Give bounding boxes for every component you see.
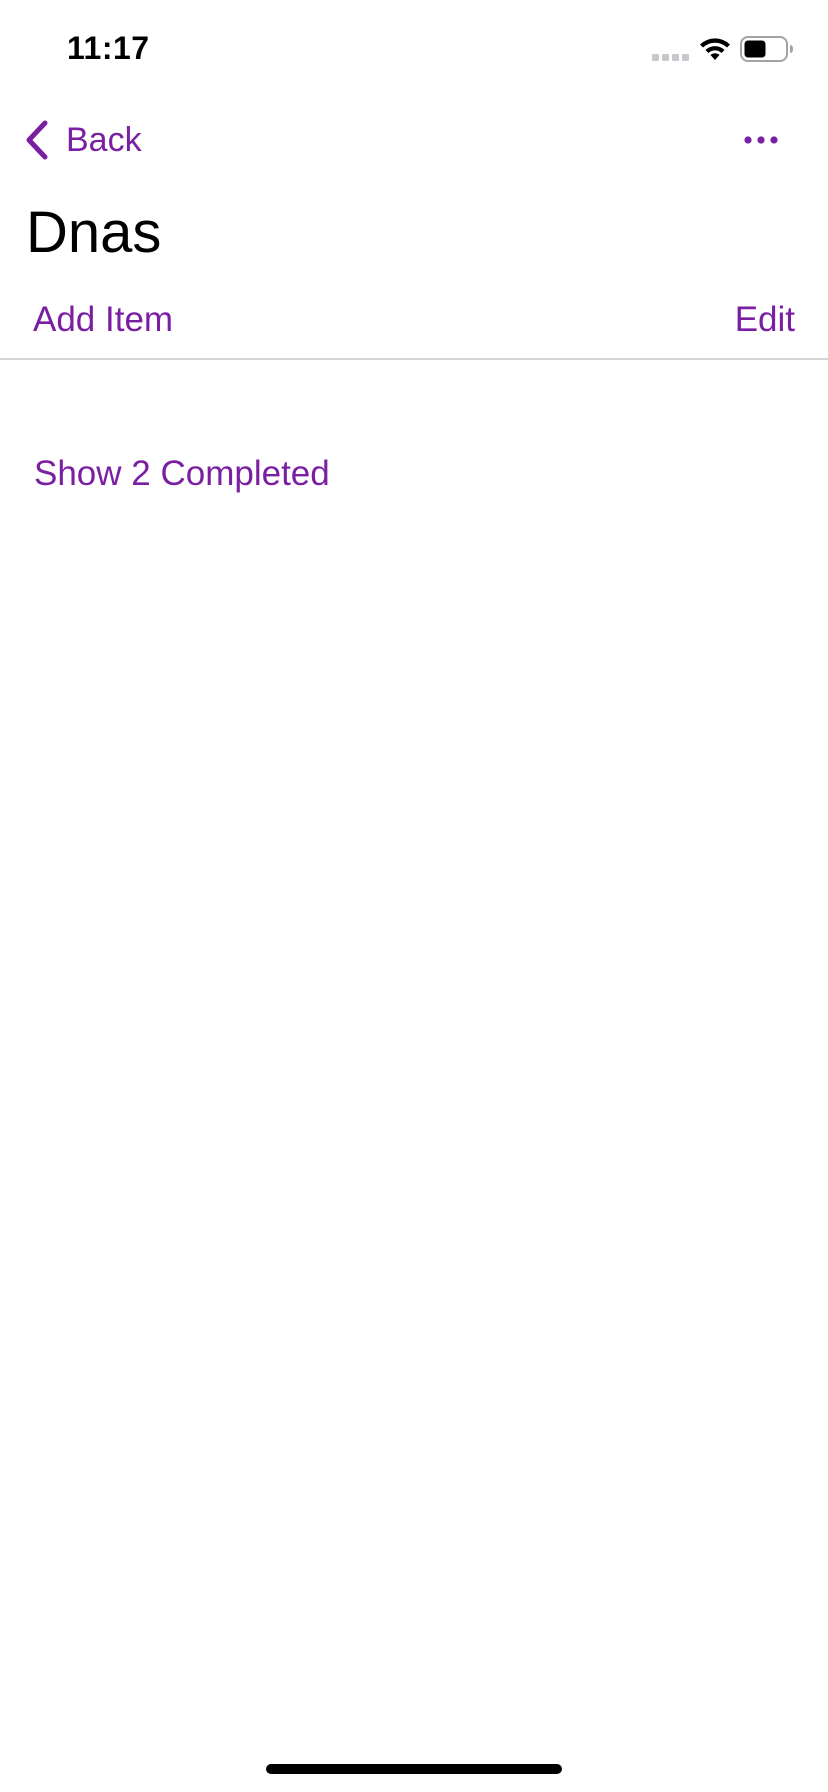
ellipsis-icon [744, 136, 778, 144]
cellular-signal-icon [652, 54, 689, 61]
wifi-icon [700, 38, 730, 60]
page-title: Dnas [26, 200, 162, 265]
more-options-button[interactable] [736, 120, 786, 160]
back-label: Back [66, 120, 142, 159]
status-time: 11:17 [67, 30, 150, 66]
list-toolbar: Add Item Edit [0, 296, 828, 360]
show-completed-button[interactable]: Show 2 Completed [34, 454, 330, 494]
battery-icon [740, 36, 793, 62]
home-indicator[interactable] [266, 1764, 562, 1774]
edit-button[interactable]: Edit [735, 300, 795, 340]
back-button[interactable]: Back [24, 116, 142, 164]
chevron-left-icon [26, 120, 48, 160]
add-item-button[interactable]: Add Item [33, 300, 173, 340]
list-detail-screen: 11:17 Back Dnas Add Item Edit Show 2 Com… [0, 0, 828, 1792]
toolbar-divider [0, 358, 828, 360]
status-bar: 11:17 [0, 0, 828, 100]
